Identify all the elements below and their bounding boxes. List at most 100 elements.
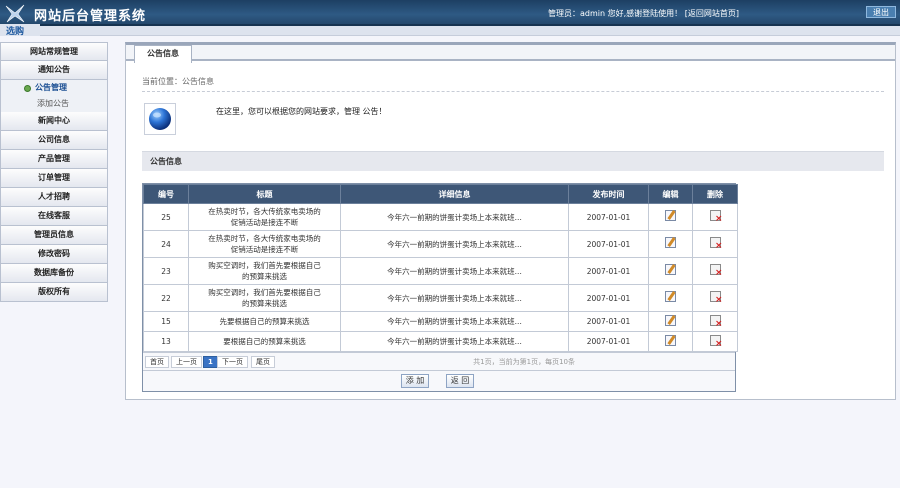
table-row: 22 购买空调时，我们首先要根据自己的预算来挑选 今年六一前期的饼蛋计卖场上本来… [143, 284, 738, 312]
sidebar-item-db-backup[interactable]: 数据库备份 [0, 264, 108, 283]
cell-edit [648, 331, 693, 352]
cell-delete [692, 331, 738, 352]
pagination: 首页 上一页 1 下一页 尾页 共1页，当前为第1页，每页10条 [143, 352, 735, 370]
cell-title: 先要根据自己的预算来挑选 [188, 311, 341, 332]
logo-text: 选购 [6, 27, 25, 37]
cell-id: 25 [143, 203, 189, 231]
table-row: 25 在热卖时节，各大传统家电卖场的促销活动是接连不断 今年六一前期的饼蛋计卖场… [143, 203, 738, 231]
first-page-button[interactable]: 首页 [145, 356, 169, 368]
sidebar-item-products[interactable]: 产品管理 [0, 150, 108, 169]
cell-delete [692, 230, 738, 258]
col-header-edit: 编辑 [648, 184, 693, 204]
sidebar-item-notices[interactable]: 通知公告 [0, 61, 108, 80]
sidebar-item-company-info[interactable]: 公司信息 [0, 131, 108, 150]
add-button[interactable]: 添 加 [401, 374, 429, 388]
cell-id: 24 [143, 230, 189, 258]
delete-icon[interactable] [709, 210, 723, 224]
sidebar-subitem-label: 公告管理 [35, 83, 67, 92]
cell-edit [648, 311, 693, 332]
cell-detail: 今年六一前期的饼蛋计卖场上本来就班... [340, 257, 569, 285]
delete-icon[interactable] [709, 237, 723, 251]
sidebar-item-copyright[interactable]: 版权所有 [0, 283, 108, 302]
col-header-detail: 详细信息 [340, 184, 569, 204]
tab-bar: 公告信息 [126, 45, 895, 63]
table-header-row: 编号 标题 详细信息 发布时间 编辑 删除 [143, 184, 738, 204]
app-title: 网站后台管理系统 [34, 9, 147, 24]
delete-icon[interactable] [709, 291, 723, 305]
sidebar-item-news[interactable]: 新闻中心 [0, 112, 108, 131]
cell-date: 2007-01-01 [568, 284, 649, 312]
action-bar: 添 加 返 回 [143, 370, 735, 391]
cell-detail: 今年六一前期的饼蛋计卖场上本来就班... [340, 230, 569, 258]
sidebar-item-admin-info[interactable]: 管理员信息 [0, 226, 108, 245]
sidebar: 网站常规管理 通知公告 公告管理 添加公告 新闻中心 公司信息 产品管理 订单管… [0, 42, 108, 302]
edit-icon[interactable] [665, 334, 676, 346]
sidebar-item-orders[interactable]: 订单管理 [0, 169, 108, 188]
sidebar-item-change-password[interactable]: 修改密码 [0, 245, 108, 264]
cell-delete [692, 257, 738, 285]
breadcrumb: 当前位置：公告信息 [142, 77, 214, 86]
sidebar-subitem-add-notice[interactable]: 添加公告 [0, 96, 108, 112]
top-header: 网站后台管理系统 管理员：admin 您好,感谢登陆使用！ [返回网站首页] 退… [0, 0, 900, 26]
cell-date: 2007-01-01 [568, 203, 649, 231]
notice-table: 编号 标题 详细信息 发布时间 编辑 删除 25 在热卖时节，各大传统家电卖场的… [142, 183, 738, 392]
pagination-info: 共1页，当前为第1页，每页10条 [473, 358, 575, 366]
cell-detail: 今年六一前期的饼蛋计卖场上本来就班... [340, 203, 569, 231]
username: admin [580, 9, 606, 18]
intro-text: 在这里，您可以根据您的网站要求，管理 公告！ [216, 107, 387, 116]
cell-id: 13 [143, 331, 189, 352]
logo-band: 选购 [0, 24, 40, 37]
tab-notice-info[interactable]: 公告信息 [134, 45, 192, 63]
cell-title: 购买空调时，我们首先要根据自己的预算来挑选 [188, 257, 341, 285]
cell-id: 22 [143, 284, 189, 312]
edit-icon[interactable] [665, 210, 676, 221]
home-link[interactable]: [返回网站首页] [685, 9, 739, 18]
cell-delete [692, 284, 738, 312]
last-page-button[interactable]: 尾页 [251, 356, 275, 368]
header-subbar [0, 26, 900, 36]
back-button[interactable]: 返 回 [446, 374, 474, 388]
sidebar-item-online-service[interactable]: 在线客服 [0, 207, 108, 226]
col-header-id: 编号 [143, 184, 189, 204]
table-row: 24 在热卖时节，各大传统家电卖场的促销活动是接连不断 今年六一前期的饼蛋计卖场… [143, 230, 738, 258]
cell-delete [692, 311, 738, 332]
logout-button[interactable]: 退出 [866, 6, 896, 18]
sidebar-item-recruitment[interactable]: 人才招聘 [0, 188, 108, 207]
sidebar-subitem-notice-manage[interactable]: 公告管理 [0, 80, 108, 96]
delete-icon[interactable] [709, 264, 723, 278]
edit-icon[interactable] [665, 314, 676, 326]
user-prefix: 管理员： [548, 9, 580, 18]
current-page-button[interactable]: 1 [203, 356, 218, 368]
col-header-delete: 删除 [692, 184, 738, 204]
next-page-button[interactable]: 下一页 [217, 356, 248, 368]
edit-icon[interactable] [665, 237, 676, 248]
col-header-title: 标题 [188, 184, 341, 204]
cell-date: 2007-01-01 [568, 230, 649, 258]
cell-date: 2007-01-01 [568, 311, 649, 332]
cell-delete [692, 203, 738, 231]
cell-id: 23 [143, 257, 189, 285]
sidebar-item-site-management[interactable]: 网站常规管理 [0, 42, 108, 61]
cell-date: 2007-01-01 [568, 257, 649, 285]
table-row: 15 先要根据自己的预算来挑选 今年六一前期的饼蛋计卖场上本来就班... 200… [143, 311, 738, 332]
greeting: 您好,感谢登陆使用！ [605, 9, 683, 18]
table-row: 23 购买空调时，我们首先要根据自己的预算来挑选 今年六一前期的饼蛋计卖场上本来… [143, 257, 738, 285]
cell-title: 要根据自己的预算来挑选 [188, 331, 341, 352]
edit-icon[interactable] [665, 291, 676, 302]
cell-title: 在热卖时节，各大传统家电卖场的促销活动是接连不断 [188, 203, 341, 231]
delete-icon[interactable] [709, 314, 723, 329]
cell-edit [648, 257, 693, 285]
cell-title: 购买空调时，我们首先要根据自己的预算来挑选 [188, 284, 341, 312]
divider [142, 91, 884, 92]
cell-edit [648, 284, 693, 312]
prev-page-button[interactable]: 上一页 [171, 356, 202, 368]
delete-icon[interactable] [709, 334, 723, 349]
logo-icon [5, 4, 25, 23]
cell-detail: 今年六一前期的饼蛋计卖场上本来就班... [340, 331, 569, 352]
table-row: 13 要根据自己的预算来挑选 今年六一前期的饼蛋计卖场上本来就班... 2007… [143, 331, 738, 352]
welcome-text: 管理员：admin 您好,感谢登陆使用！ [返回网站首页] [548, 8, 739, 19]
cell-date: 2007-01-01 [568, 331, 649, 352]
section-title: 公告信息 [142, 151, 884, 171]
cell-detail: 今年六一前期的饼蛋计卖场上本来就班... [340, 284, 569, 312]
edit-icon[interactable] [665, 264, 676, 275]
